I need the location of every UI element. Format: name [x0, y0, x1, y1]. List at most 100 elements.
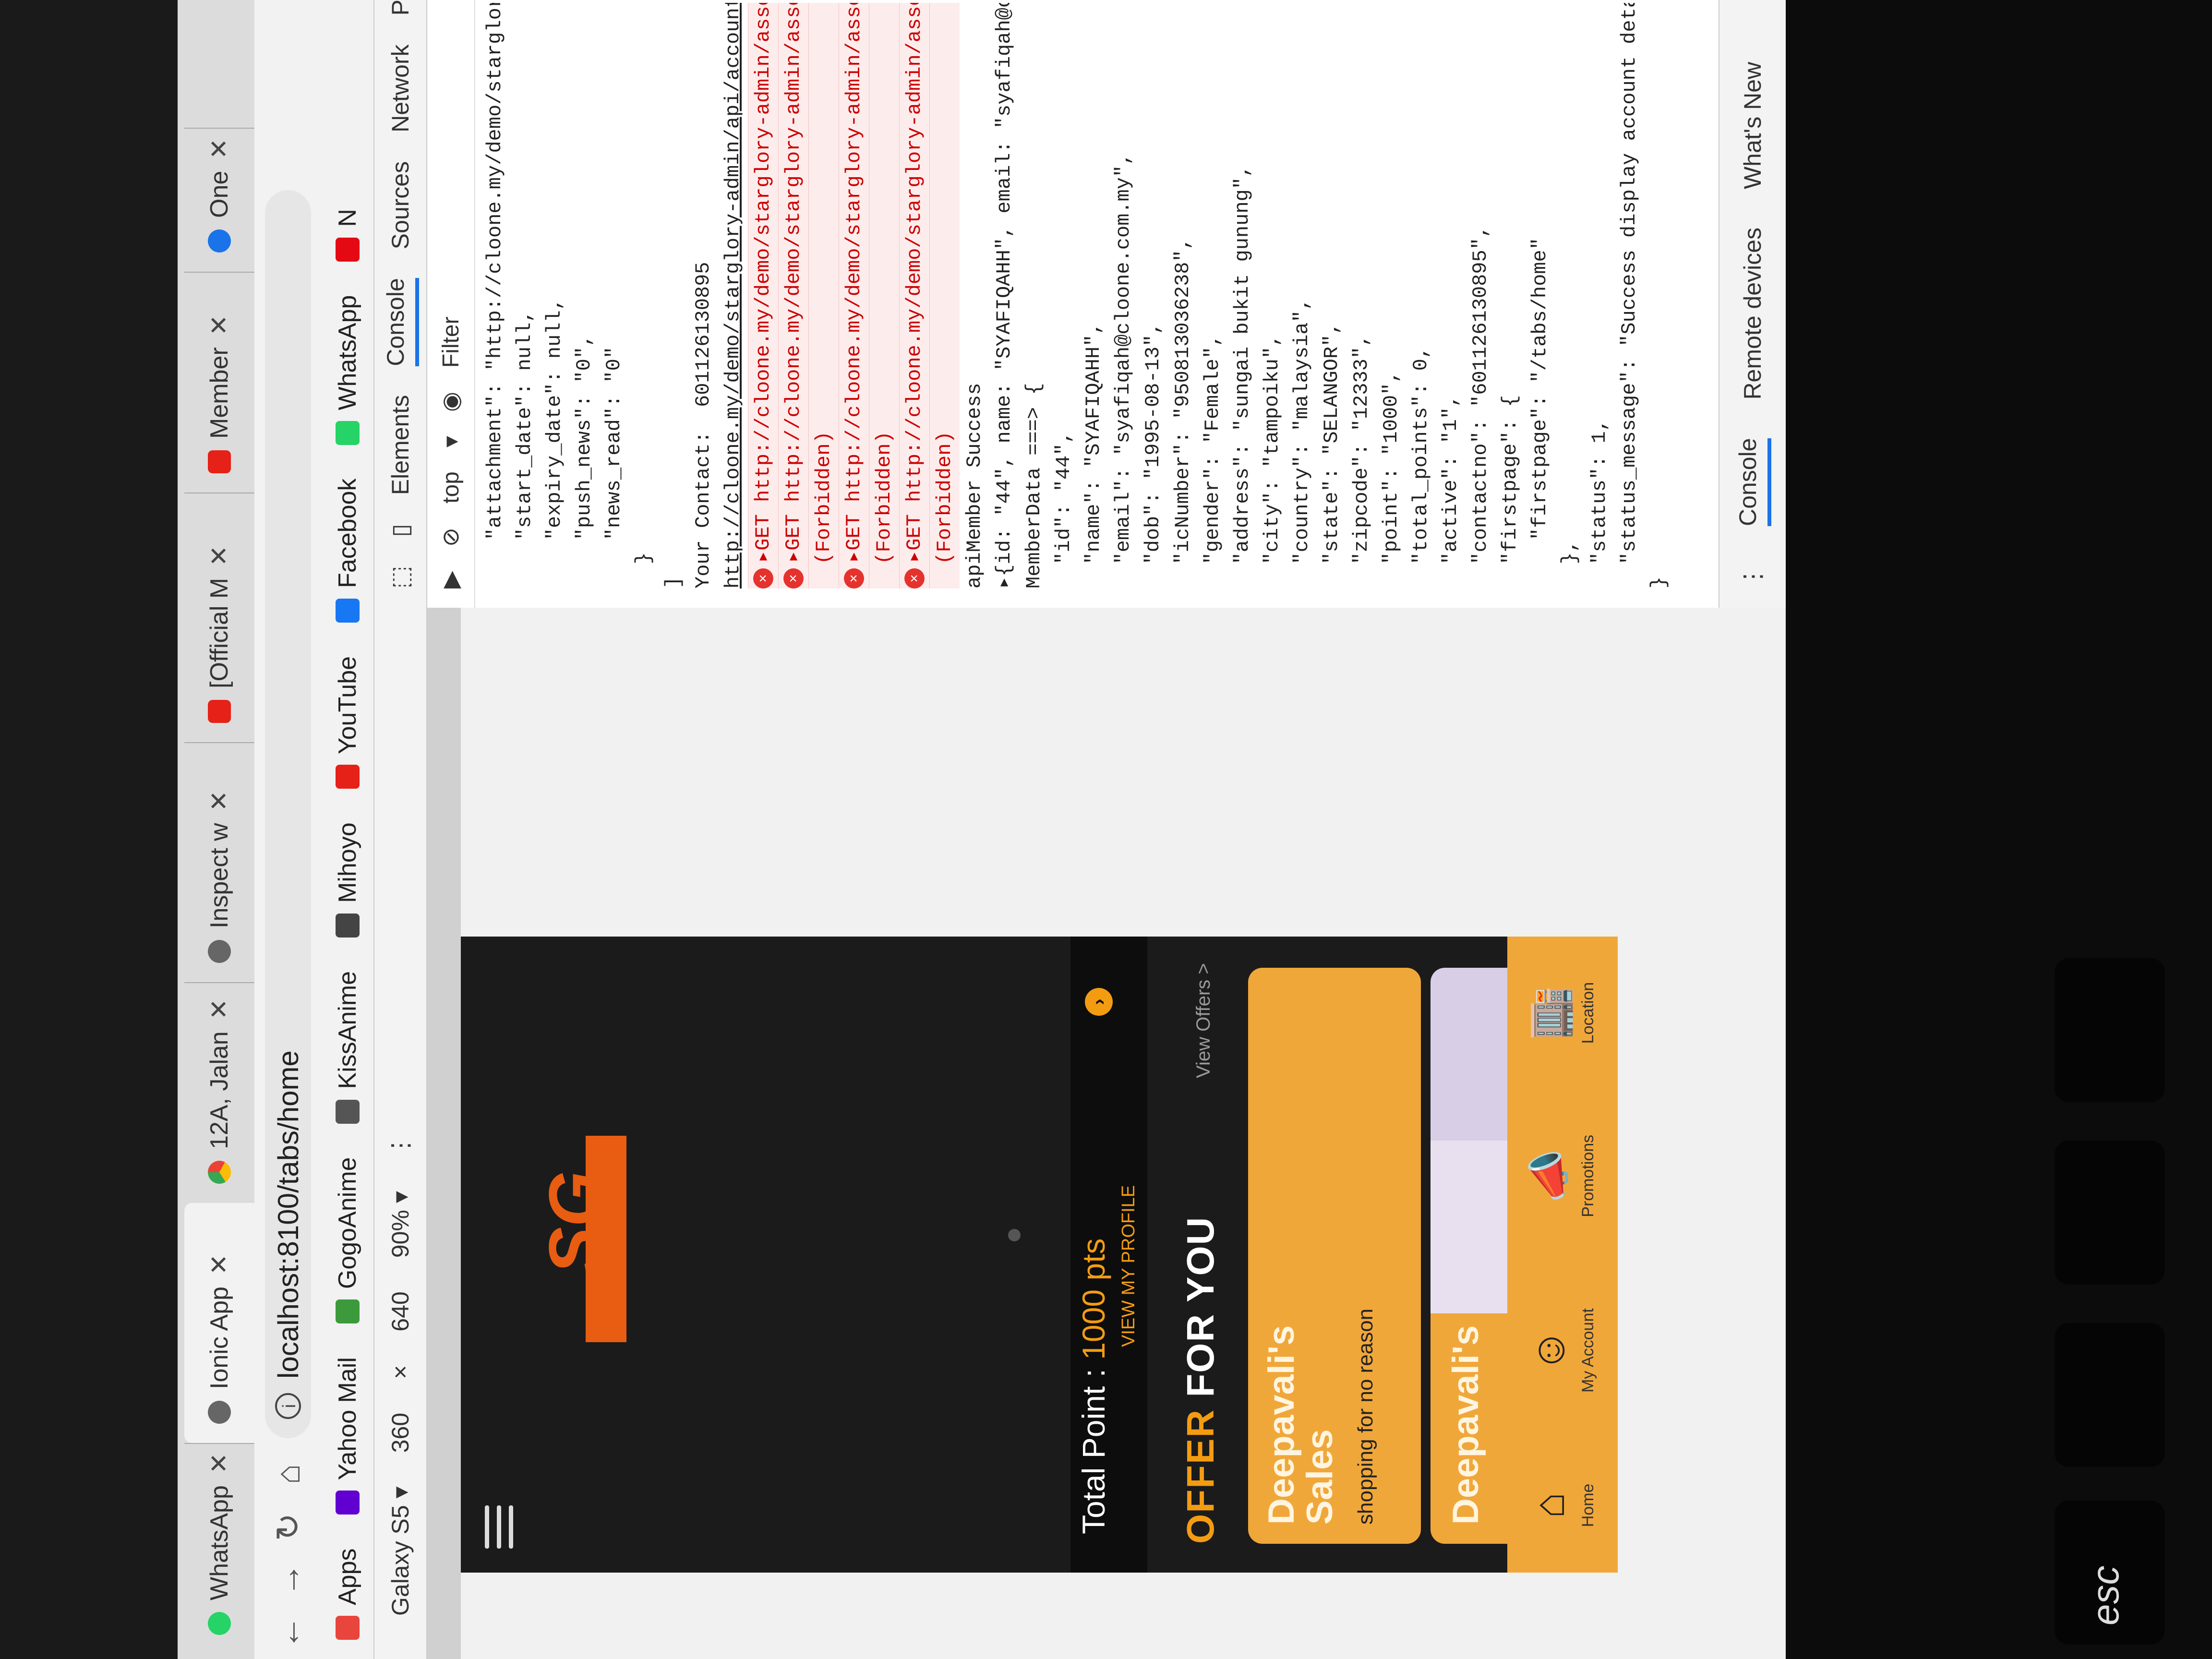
drawer-menu-icon[interactable]: ⋮: [1739, 565, 1767, 589]
error-icon: ×: [904, 568, 925, 589]
browser-tab[interactable]: One ✕: [184, 128, 254, 272]
close-icon[interactable]: ✕: [205, 545, 234, 566]
bookmark-item[interactable]: GogoAnime: [333, 1157, 362, 1324]
console-line: "total_points": 0,: [1406, 3, 1436, 589]
console-text: "dob": "1995-08-13",: [1142, 322, 1165, 589]
inspect-element-icon[interactable]: ⬚: [386, 566, 414, 589]
close-icon[interactable]: ✕: [205, 1254, 234, 1275]
more-options-icon[interactable]: ⋮: [386, 1133, 414, 1157]
account-icon: ☺: [1525, 1328, 1574, 1373]
offer-card[interactable]: Deepavali's Sales shopping for no reason: [1248, 968, 1421, 1544]
close-icon[interactable]: ✕: [205, 791, 234, 812]
console-text: ▸GET http://cloone.my/demo/starglory-adm…: [842, 3, 866, 563]
device-toggle-icon[interactable]: ▯: [386, 524, 414, 537]
bookmark-item[interactable]: KissAnime: [333, 971, 362, 1124]
chevron-right-icon[interactable]: ›: [1085, 988, 1113, 1016]
console-text: http://cloone.my/demo/starglory-admin/ap…: [721, 3, 745, 589]
offer-heading-word: OFFER: [1179, 1408, 1222, 1544]
console-text: "id": "44",: [1052, 431, 1075, 589]
console-line: "active": "1",: [1436, 3, 1466, 589]
url-text: localhost:8100/tabs/home: [272, 1050, 304, 1379]
offer-heading-rest: FOR YOU: [1179, 1216, 1222, 1409]
chevron-down-icon[interactable]: ▾: [437, 436, 464, 447]
close-icon[interactable]: ✕: [205, 315, 234, 336]
bookmark-item[interactable]: Yahoo Mail: [333, 1357, 362, 1515]
bookmark-item[interactable]: YouTube: [333, 656, 362, 789]
console-line: "contactno": "601126130895",: [1466, 3, 1495, 589]
devtools-tab-elements[interactable]: Elements: [386, 395, 414, 495]
address-bar[interactable]: i localhost:8100/tabs/home: [265, 190, 311, 1438]
console-line[interactable]: http://cloone.my/demo/starglory-admin/ap…: [718, 3, 748, 589]
nav-item-promotions[interactable]: 📣 Promotions: [1526, 1135, 1598, 1217]
tab-label: Ionic App: [205, 1286, 233, 1389]
nav-item-my-account[interactable]: ☺ My Account: [1525, 1308, 1598, 1393]
devtools-tab-console[interactable]: Console: [382, 278, 419, 366]
bookmark-item[interactable]: Facebook: [333, 479, 362, 623]
devtools-tab-sources[interactable]: Sources: [386, 161, 414, 249]
console-text: (Forbidden): [933, 431, 956, 589]
console-text: (Forbidden): [873, 431, 896, 589]
console-line: "address": "sungai bukit gunung",: [1227, 3, 1257, 589]
close-icon[interactable]: ✕: [205, 999, 234, 1020]
home-button[interactable]: ⌂: [269, 1448, 307, 1501]
close-icon[interactable]: ✕: [205, 138, 234, 159]
browser-tab[interactable]: Ionic App ✕: [184, 1203, 254, 1443]
console-line: ]: [659, 3, 688, 589]
clear-console-icon[interactable]: ⊘: [437, 528, 464, 547]
nav-item-home[interactable]: ⌂ Home: [1526, 1484, 1598, 1527]
info-icon[interactable]: i: [275, 1393, 301, 1419]
function-key: [2055, 1141, 2165, 1285]
back-button[interactable]: ←: [269, 1606, 307, 1659]
view-offers-link[interactable]: View Offers >: [1193, 963, 1214, 1078]
hamburger-menu-icon[interactable]: [485, 1505, 514, 1549]
console-text: "status": 1,: [1588, 419, 1611, 589]
width-input[interactable]: 360: [386, 1413, 414, 1453]
bookmark-item[interactable]: WhatsApp: [333, 295, 362, 445]
browser-tab[interactable]: WhatsApp ✕: [184, 1443, 254, 1654]
browser-tab[interactable]: Inspect w ✕: [184, 742, 254, 982]
offer-card[interactable]: Deepavali's: [1431, 968, 1507, 1544]
bookmark-label: YouTube: [334, 656, 361, 755]
browser-tab[interactable]: [Official M ✕: [184, 493, 254, 742]
points-label: Total Point :: [1076, 1359, 1111, 1534]
console-line: "city": "tampoiku",: [1257, 3, 1287, 589]
devtools-tab-p[interactable]: P: [386, 0, 414, 16]
bookmarks-bar: Apps Yahoo Mail GogoAnime KissAnime Mihoyo Yo…: [322, 0, 374, 1659]
browser-window: WhatsApp ✕ Ionic App ✕ 12A, Jalan ✕ Inspect w ✕…: [178, 0, 1786, 1659]
slider-dot[interactable]: [1008, 1229, 1021, 1241]
filter-input[interactable]: Filter: [438, 316, 464, 368]
browser-tab[interactable]: 12A, Jalan ✕: [184, 982, 254, 1203]
console-line: (Forbidden): [808, 3, 839, 589]
devtools-panel: ⬚ ▯ Elements Console Sources Network P ▶ ⊘ t…: [374, 0, 1786, 608]
browser-tab[interactable]: Member ✕: [184, 272, 254, 493]
sidebar-toggle-icon[interactable]: ▶: [437, 571, 464, 589]
bookmark-item[interactable]: Apps: [333, 1548, 362, 1640]
console-text: "point": "1000",: [1380, 371, 1403, 589]
console-line: "news_read": "0": [599, 3, 629, 589]
height-input[interactable]: 640: [386, 1291, 414, 1331]
store-icon: 🏬: [1525, 986, 1574, 1040]
console-line: }: [1644, 3, 1674, 589]
console-line: "push_news": "0",: [569, 3, 599, 589]
zoom-select[interactable]: 90% ▾: [386, 1191, 414, 1258]
eye-icon[interactable]: ◉: [437, 392, 464, 412]
console-line: "status_message": "Success display accou…: [1614, 3, 1644, 589]
drawer-tab[interactable]: Console: [1734, 438, 1771, 526]
devtools-drawer-tabs: ⋮ Console Remote devices What's New: [1719, 0, 1786, 608]
forward-button[interactable]: →: [269, 1553, 307, 1606]
device-select[interactable]: Galaxy S5 ▾: [386, 1486, 414, 1616]
console-output: "attachment": "http://cloone.my/demo/sta…: [480, 3, 1680, 589]
drawer-tab[interactable]: Remote devices: [1739, 228, 1767, 400]
console-text: >: [1677, 577, 1680, 589]
view-profile-link[interactable]: VIEW MY PROFILE: [1118, 1185, 1139, 1347]
context-select[interactable]: top: [438, 471, 464, 504]
nav-item-location[interactable]: 🏬 Location: [1525, 982, 1598, 1044]
offer-card-title: Deepavali's Sales: [1261, 1325, 1340, 1525]
devtools-tab-network[interactable]: Network: [386, 45, 414, 132]
bookmark-item[interactable]: N: [333, 209, 362, 262]
drawer-tab[interactable]: What's New: [1739, 62, 1767, 189]
console-line: apiMember Success: [960, 3, 989, 589]
bookmark-item[interactable]: Mihoyo: [333, 822, 362, 938]
reload-button[interactable]: ↻: [268, 1501, 308, 1553]
close-icon[interactable]: ✕: [205, 1453, 234, 1474]
